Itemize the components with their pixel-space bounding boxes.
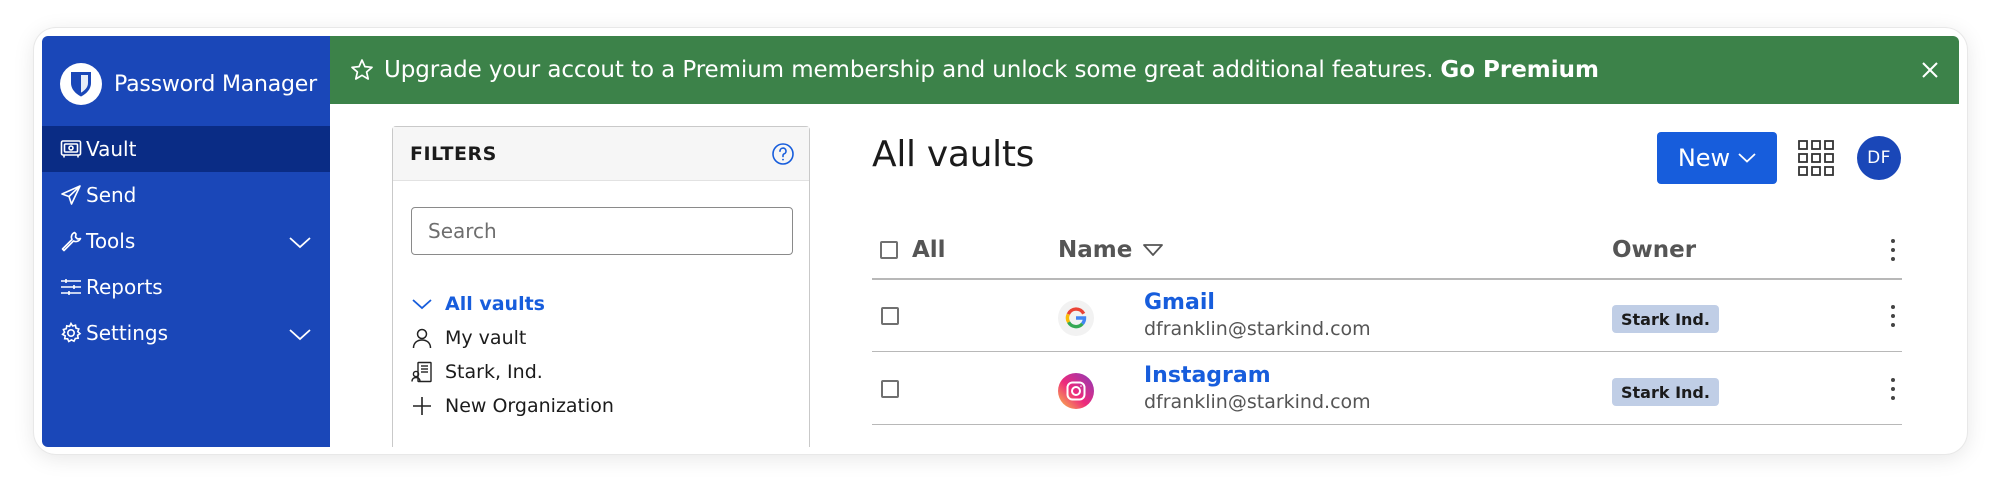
app-grid-icon[interactable] <box>1796 138 1836 178</box>
user-icon <box>409 325 435 351</box>
new-button[interactable]: New <box>1657 132 1777 184</box>
table-options-icon[interactable] <box>1890 239 1896 261</box>
filter-organization[interactable]: Stark, Ind. <box>409 355 614 389</box>
row-checkbox[interactable] <box>881 380 899 398</box>
item-name-link[interactable]: Instagram <box>1144 363 1271 388</box>
row-checkbox[interactable] <box>881 307 899 325</box>
sidebar-item-label: Settings <box>86 321 169 345</box>
filters-title: FILTERS <box>410 142 497 165</box>
chevron-down-icon[interactable] <box>409 291 435 317</box>
sidebar-item-reports[interactable]: Reports <box>42 264 330 310</box>
sidebar-item-tools[interactable]: Tools <box>42 218 330 264</box>
filter-my-vault[interactable]: My vault <box>409 321 614 355</box>
sidebar-item-label: Send <box>86 183 137 207</box>
filters-header: FILTERS <box>393 127 809 181</box>
new-button-label: New <box>1677 144 1731 172</box>
chevron-down-icon[interactable] <box>288 231 312 255</box>
sidebar-item-settings[interactable]: Settings <box>42 310 330 356</box>
item-username: dfranklin@starkind.com <box>1144 391 1371 413</box>
help-icon[interactable] <box>771 142 795 170</box>
filter-label: My vault <box>445 327 527 349</box>
owner-badge: Stark Ind. <box>1612 305 1719 333</box>
select-all-header[interactable]: All <box>880 222 946 278</box>
sidebar-item-vault[interactable]: Vault <box>42 126 330 172</box>
vault-icon <box>60 138 82 160</box>
sidebar-item-label: Reports <box>86 275 163 299</box>
sidebar-item-label: Vault <box>86 137 137 161</box>
shield-logo-icon <box>60 63 102 105</box>
name-column-header[interactable]: Name <box>1058 222 1164 278</box>
sidebar-item-label: Tools <box>86 229 136 253</box>
star-icon <box>350 58 374 82</box>
owner-badge: Stark Ind. <box>1612 378 1719 406</box>
plus-icon <box>409 393 435 419</box>
owner-column-header: Owner <box>1612 222 1696 278</box>
organization-icon <box>409 359 435 385</box>
app-window: Password Manager Vault Send Tools Report… <box>42 36 1959 447</box>
item-name-link[interactable]: Gmail <box>1144 290 1215 315</box>
chevron-down-icon <box>1738 153 1756 163</box>
send-icon <box>60 184 82 206</box>
select-all-label: All <box>912 237 946 263</box>
wrench-icon <box>60 230 82 252</box>
filter-all-vaults[interactable]: All vaults <box>409 287 614 321</box>
owner-column-label: Owner <box>1612 237 1697 263</box>
row-options-icon[interactable] <box>1890 378 1896 400</box>
item-username: dfranklin@starkind.com <box>1144 318 1371 340</box>
select-all-checkbox[interactable] <box>880 241 898 259</box>
row-divider <box>872 424 1902 425</box>
avatar[interactable]: DF <box>1857 136 1901 180</box>
table-row[interactable]: Gmail dfranklin@starkind.com Stark Ind. <box>872 280 1902 352</box>
sort-triangle-icon[interactable] <box>1142 243 1164 257</box>
filter-label: Stark, Ind. <box>445 361 543 383</box>
banner-text: Upgrade your accout to a Premium members… <box>384 57 1434 83</box>
app-name: Password Manager <box>114 71 317 97</box>
table-row[interactable]: Instagram dfranklin@starkind.com Stark I… <box>872 353 1902 425</box>
sidebar-item-send[interactable]: Send <box>42 172 330 218</box>
go-premium-link[interactable]: Go Premium <box>1440 57 1599 83</box>
gear-icon <box>60 322 82 344</box>
sliders-icon <box>60 276 82 298</box>
google-icon <box>1058 300 1094 336</box>
filter-label: All vaults <box>445 293 545 315</box>
brand[interactable]: Password Manager <box>60 62 317 106</box>
filters-panel: FILTERS Search All vaults My vault Stark… <box>392 126 810 447</box>
row-options-icon[interactable] <box>1890 305 1896 327</box>
premium-banner: Upgrade your accout to a Premium members… <box>330 36 1959 104</box>
name-column-label: Name <box>1058 237 1133 263</box>
sidebar: Password Manager Vault Send Tools Report… <box>42 36 330 447</box>
filter-label: New Organization <box>445 395 614 417</box>
vault-filter-tree: All vaults My vault Stark, Ind. New Orga… <box>409 287 614 423</box>
search-input[interactable]: Search <box>411 207 793 255</box>
row-divider <box>872 351 1902 352</box>
sidebar-nav: Vault Send Tools Reports Settings <box>42 126 330 356</box>
page-title: All vaults <box>872 134 1035 175</box>
close-icon[interactable] <box>1917 57 1943 83</box>
chevron-down-icon[interactable] <box>288 323 312 347</box>
filter-new-organization[interactable]: New Organization <box>409 389 614 423</box>
instagram-icon <box>1058 373 1094 409</box>
